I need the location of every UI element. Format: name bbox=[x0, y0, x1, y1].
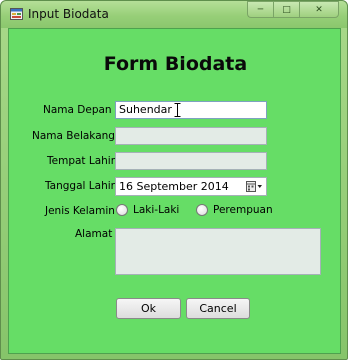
jenis-kelamin-label: Jenis Kelamin bbox=[45, 205, 115, 217]
radio-laki-laki[interactable]: Laki-Laki bbox=[116, 204, 179, 216]
maximize-button[interactable]: □ bbox=[273, 1, 299, 18]
tanggal-lahir-label: Tanggal Lahir bbox=[45, 180, 115, 192]
caption-buttons: ─ □ ✕ bbox=[247, 1, 339, 19]
title-bar[interactable]: Input Biodata ─ □ ✕ bbox=[1, 1, 347, 28]
radio-button-icon[interactable] bbox=[196, 204, 208, 216]
ok-button[interactable]: Ok bbox=[116, 298, 181, 319]
calendar-dropdown-icon[interactable] bbox=[246, 181, 263, 193]
alamat-label: Alamat bbox=[75, 228, 113, 240]
nama-belakang-input[interactable] bbox=[115, 127, 267, 145]
close-button[interactable]: ✕ bbox=[299, 1, 339, 18]
radio-perempuan-label: Perempuan bbox=[213, 204, 273, 216]
nama-depan-input[interactable]: Suhendar bbox=[115, 101, 267, 119]
form-heading: Form Biodata bbox=[103, 53, 248, 75]
nama-belakang-label: Nama Belakang bbox=[32, 130, 115, 142]
text-cursor-icon bbox=[174, 103, 181, 117]
minimize-button[interactable]: ─ bbox=[247, 1, 273, 18]
tempat-lahir-label: Tempat Lahir bbox=[47, 155, 116, 167]
tanggal-lahir-value: 16 September 2014 bbox=[119, 180, 229, 193]
tempat-lahir-input[interactable] bbox=[115, 152, 267, 170]
form-body: Form Biodata Nama Depan Suhendar Nama Be… bbox=[8, 28, 341, 354]
window-title: Input Biodata bbox=[28, 7, 109, 21]
cancel-button[interactable]: Cancel bbox=[186, 298, 250, 319]
radio-perempuan[interactable]: Perempuan bbox=[196, 204, 273, 216]
radio-button-icon[interactable] bbox=[116, 204, 128, 216]
tanggal-lahir-datepicker[interactable]: 16 September 2014 bbox=[115, 177, 267, 196]
nama-depan-label: Nama Depan bbox=[43, 104, 112, 116]
app-window: Input Biodata ─ □ ✕ Form Biodata Nama De… bbox=[0, 0, 348, 360]
app-icon bbox=[10, 8, 23, 20]
radio-laki-laki-label: Laki-Laki bbox=[133, 204, 180, 216]
alamat-textarea[interactable] bbox=[115, 228, 321, 275]
